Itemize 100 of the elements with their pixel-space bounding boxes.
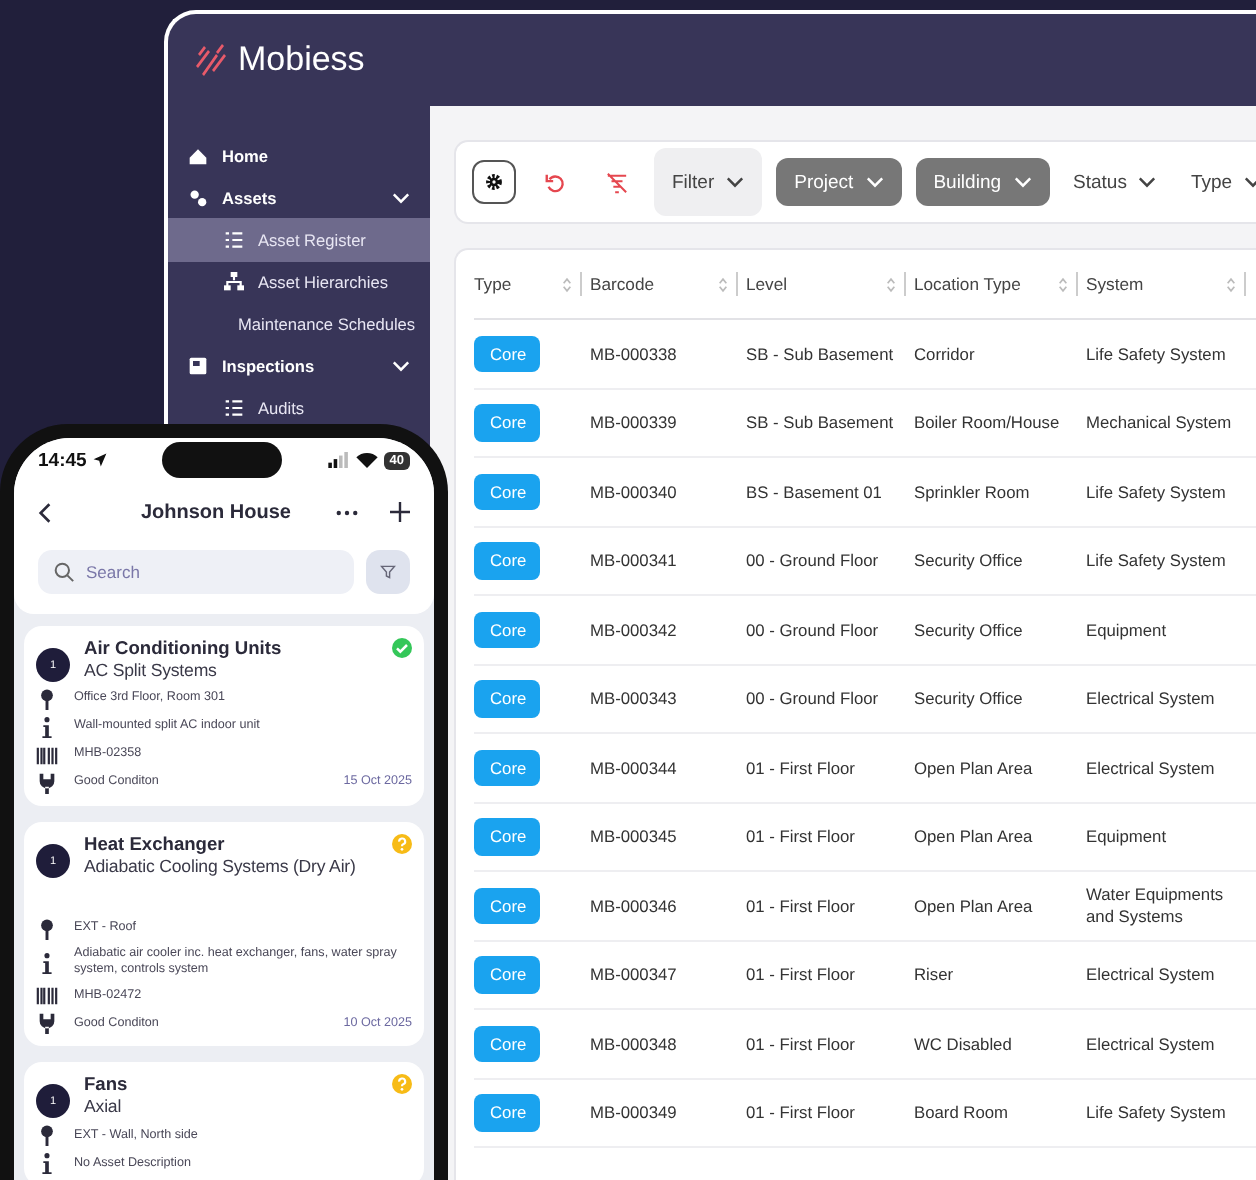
- info-icon: [36, 951, 58, 974]
- table-cell: 01 - First Floor: [746, 803, 914, 872]
- status-time: 14:45: [38, 449, 87, 471]
- chevron-down-icon: [1013, 176, 1032, 188]
- back-button[interactable]: [38, 501, 52, 523]
- filter-dropdown[interactable]: Project: [776, 158, 902, 206]
- gears-icon: [188, 188, 208, 208]
- filter-dropdown[interactable]: Status: [1063, 158, 1167, 206]
- table-cell: MB-000347: [590, 941, 746, 1010]
- chevron-down-icon: [392, 360, 410, 372]
- sort-icon: [717, 275, 727, 293]
- table-cell: 01 - First Floor: [746, 1010, 914, 1079]
- table-cell: MB-000343: [590, 665, 746, 734]
- asset-title: Heat Exchanger: [84, 834, 227, 854]
- sort-icon: [561, 275, 571, 293]
- table-cell: MB-000344: [590, 734, 746, 803]
- table-cell: Electrical System: [1086, 665, 1254, 734]
- table-cell: Open Plan Area: [914, 803, 1086, 872]
- list-icon: [224, 230, 244, 250]
- table-cell: Mechanical System: [1086, 389, 1254, 458]
- table-cell: 00 - Ground Floor: [746, 665, 914, 734]
- filter-button[interactable]: [366, 550, 410, 594]
- table-cell: Open Plan Area: [914, 872, 1086, 941]
- sidebar-item[interactable]: Asset Register: [168, 218, 430, 262]
- type-badge: Core: [474, 611, 540, 648]
- location-arrow-icon: [92, 452, 109, 468]
- table-cell: MB-000345: [590, 803, 746, 872]
- type-badge: Core: [474, 956, 540, 993]
- asset-title: Air Conditioning Units: [84, 638, 284, 658]
- table-cell: MB-000341: [590, 527, 746, 596]
- type-badge: Core: [474, 680, 540, 717]
- barcode-icon: [36, 984, 58, 1007]
- table-cell: 01 - First Floor: [746, 872, 914, 941]
- type-badge: Core: [474, 749, 540, 786]
- table-cell: 01 - First Floor: [746, 941, 914, 1010]
- table-cell: Electrical System: [1086, 1010, 1254, 1079]
- settings-button[interactable]: [472, 160, 516, 204]
- home-icon: [188, 146, 208, 166]
- pin-icon: [36, 1124, 58, 1147]
- table-cell: MB-000338: [590, 320, 746, 389]
- table-cell: MB-000348: [590, 1010, 746, 1079]
- signal-icon: [327, 452, 350, 468]
- table-cell: Security Office: [914, 596, 1086, 665]
- filter-dropdown[interactable]: Building: [915, 158, 1050, 206]
- table-cell: SB - Sub Basement: [746, 320, 914, 389]
- sidebar-item[interactable]: Audits: [168, 390, 430, 426]
- filter-dropdown[interactable]: Filter: [654, 148, 763, 216]
- type-badge: Core: [474, 473, 540, 510]
- sidebar-item[interactable]: Inspections: [168, 348, 430, 384]
- add-button[interactable]: [390, 502, 410, 522]
- flag-icon: [188, 356, 208, 376]
- column-header[interactable]: Type: [474, 274, 553, 294]
- table-cell: Equipment: [1086, 803, 1254, 872]
- pin-icon: [36, 918, 58, 940]
- camera-notch: [162, 442, 283, 478]
- table-cell: Life Safety System: [1086, 458, 1254, 527]
- table-cell: Life Safety System: [1086, 527, 1254, 596]
- sidebar-item[interactable]: Asset Hierarchies: [168, 264, 430, 300]
- column-header[interactable]: Location Type: [914, 274, 1049, 294]
- hierarchy-icon: [224, 272, 244, 292]
- sidebar-item[interactable]: Maintenance Schedules: [168, 306, 430, 342]
- type-badge: Core: [474, 1025, 540, 1062]
- column-header[interactable]: System: [1086, 274, 1217, 294]
- table-cell: 00 - Ground Floor: [746, 596, 914, 665]
- table-cell: WC Disabled: [914, 1010, 1086, 1079]
- sort-icon: [1057, 275, 1067, 293]
- asset-subtitle: Adiabatic Cooling Systems (Dry Air): [84, 856, 358, 876]
- back-icon: [38, 501, 52, 523]
- column-header[interactable]: Level: [746, 274, 877, 294]
- search-field[interactable]: Search: [38, 550, 354, 594]
- more-icon: [336, 509, 358, 515]
- chevron-down-icon: [865, 176, 884, 188]
- table-cell: Open Plan Area: [914, 734, 1086, 803]
- table-cell: Life Safety System: [1086, 1079, 1254, 1148]
- sidebar-item[interactable]: Home: [168, 138, 430, 174]
- table-cell: Security Office: [914, 665, 1086, 734]
- type-badge: Core: [474, 887, 540, 924]
- chevron-down-icon: [1138, 176, 1157, 188]
- sort-icon: [1225, 275, 1235, 293]
- type-badge: Core: [474, 818, 540, 855]
- filter-off-icon: [605, 171, 627, 193]
- table-cell: MB-000339: [590, 389, 746, 458]
- more-button[interactable]: [336, 509, 358, 515]
- screen-title: Johnson House: [138, 501, 293, 523]
- pin-icon: [36, 688, 58, 710]
- sidebar-item[interactable]: Assets: [168, 180, 430, 216]
- barcode-icon: [36, 744, 58, 766]
- list-icon: [224, 398, 244, 418]
- sort-icon: [885, 275, 895, 293]
- table-cell: MB-000340: [590, 458, 746, 527]
- column-header[interactable]: Barcode: [590, 274, 709, 294]
- table-cell: 01 - First Floor: [746, 1079, 914, 1148]
- undo-icon: [543, 171, 565, 193]
- table-cell: Sprinkler Room: [914, 458, 1086, 527]
- asset-subtitle: Axial: [84, 1096, 124, 1117]
- asset-subtitle: AC Split Systems: [84, 660, 219, 680]
- brand-name: Mobiess: [238, 40, 365, 80]
- type-badge: Core: [474, 1094, 540, 1131]
- filter-dropdown[interactable]: Type: [1180, 158, 1256, 206]
- table-cell: BS - Basement 01: [746, 458, 914, 527]
